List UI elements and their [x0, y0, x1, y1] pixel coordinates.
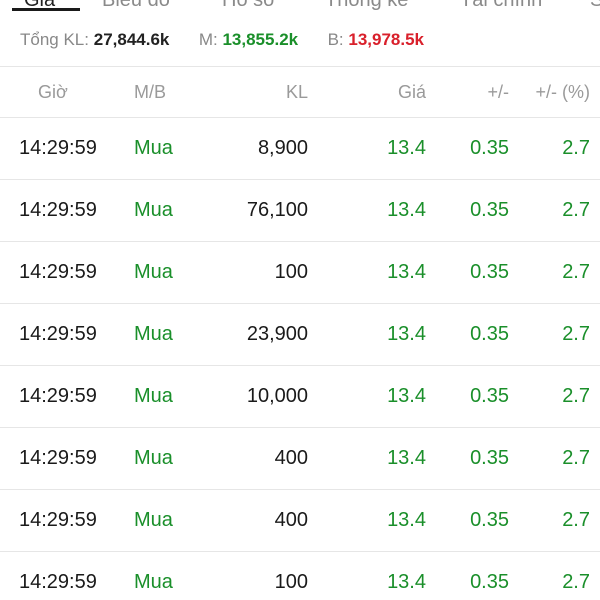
trade-change-percent: 2.7	[562, 199, 590, 221]
table-row[interactable]: 14:29:59 Mua 100 13.4 0.35 2.7	[0, 242, 600, 304]
trade-volume: 76,100	[246, 199, 308, 221]
table-row[interactable]: 14:29:59 Mua 23,900 13.4 0.35 2.7	[0, 304, 600, 366]
trade-time: 14:29:59	[19, 509, 97, 531]
trade-time: 14:29:59	[19, 571, 97, 593]
table-row[interactable]: 14:29:59 Mua 400 13.4 0.35 2.7	[0, 428, 600, 490]
trade-side: Mua	[134, 447, 173, 469]
trade-side: Mua	[134, 509, 173, 531]
buy-volume-value: 13,855.2k	[222, 30, 299, 49]
trade-volume: 100	[274, 571, 308, 593]
volume-summary: Tổng KL: 27,844.6k M: 13,855.2k B: 13,97…	[20, 28, 424, 52]
column-header-side: M/B	[134, 81, 167, 102]
trade-change: 0.35	[470, 199, 509, 221]
buy-volume-label: M:	[198, 30, 218, 49]
trade-change-percent: 2.7	[562, 385, 590, 407]
tab-chart[interactable]: Biểu đồ	[102, 0, 170, 14]
table-header: Giờ M/B KL Giá +/- +/- (%)	[0, 67, 600, 118]
trade-change: 0.35	[470, 571, 509, 593]
column-header-change: +/-	[487, 81, 509, 102]
trade-change-percent: 2.7	[562, 509, 590, 531]
tab-statistics[interactable]: Thống kê	[325, 0, 408, 14]
column-header-price: Giá	[397, 81, 426, 102]
trade-price: 13.4	[387, 447, 426, 469]
trade-change: 0.35	[470, 509, 509, 531]
trade-change-percent: 2.7	[562, 137, 590, 159]
trade-volume: 23,900	[246, 323, 308, 345]
trade-volume: 10,000	[246, 385, 308, 407]
column-header-time: Giờ	[38, 81, 68, 102]
trade-time: 14:29:59	[19, 137, 97, 159]
total-volume-value: 27,844.6k	[93, 30, 170, 49]
trade-change: 0.35	[470, 385, 509, 407]
trade-side: Mua	[134, 199, 173, 221]
trade-change: 0.35	[470, 137, 509, 159]
sell-volume-value: 13,978.5k	[348, 30, 425, 49]
trade-price: 13.4	[387, 261, 426, 283]
trade-change-percent: 2.7	[562, 261, 590, 283]
trade-volume: 400	[274, 447, 308, 469]
trade-price: 13.4	[387, 571, 426, 593]
table-row[interactable]: 14:29:59 Mua 76,100 13.4 0.35 2.7	[0, 180, 600, 242]
trade-change: 0.35	[470, 261, 509, 283]
trade-table: Giờ M/B KL Giá +/- +/- (%) 14:29:59 Mua …	[0, 67, 600, 600]
trade-volume: 8,900	[257, 137, 308, 159]
trade-change-percent: 2.7	[562, 447, 590, 469]
total-volume-label: Tổng KL:	[20, 30, 89, 49]
table-row[interactable]: 14:29:59 Mua 400 13.4 0.35 2.7	[0, 490, 600, 552]
sell-volume-label: B:	[327, 30, 344, 49]
trade-volume: 400	[274, 509, 308, 531]
trade-side: Mua	[134, 323, 173, 345]
trade-price: 13.4	[387, 385, 426, 407]
trade-time: 14:29:59	[19, 385, 97, 407]
column-header-volume: KL	[285, 81, 308, 102]
tab-bar: Giá Biểu đồ Hồ sơ Thống kê Tài chính S	[0, 0, 600, 16]
trade-price: 13.4	[387, 323, 426, 345]
trade-side: Mua	[134, 571, 173, 593]
tab-price[interactable]: Giá	[24, 0, 55, 14]
trade-change: 0.35	[470, 323, 509, 345]
trade-side: Mua	[134, 261, 173, 283]
table-row[interactable]: 14:29:59 Mua 100 13.4 0.35 2.7	[0, 552, 600, 600]
column-header-change-percent: +/- (%)	[535, 81, 590, 102]
trade-time: 14:29:59	[19, 447, 97, 469]
trade-price: 13.4	[387, 137, 426, 159]
active-tab-indicator	[12, 8, 80, 11]
trade-side: Mua	[134, 385, 173, 407]
trade-change: 0.35	[470, 447, 509, 469]
tab-finance[interactable]: Tài chính	[460, 0, 542, 14]
tab-more[interactable]: S	[590, 0, 600, 14]
trade-change-percent: 2.7	[562, 571, 590, 593]
table-row[interactable]: 14:29:59 Mua 8,900 13.4 0.35 2.7	[0, 118, 600, 180]
table-row[interactable]: 14:29:59 Mua 10,000 13.4 0.35 2.7	[0, 366, 600, 428]
trade-history-screen: Giá Biểu đồ Hồ sơ Thống kê Tài chính S T…	[0, 0, 600, 600]
trade-side: Mua	[134, 137, 173, 159]
trade-volume: 100	[274, 261, 308, 283]
trade-time: 14:29:59	[19, 261, 97, 283]
trade-price: 13.4	[387, 509, 426, 531]
tab-profile[interactable]: Hồ sơ	[222, 0, 276, 14]
trade-price: 13.4	[387, 199, 426, 221]
trade-time: 14:29:59	[19, 199, 97, 221]
trade-time: 14:29:59	[19, 323, 97, 345]
trade-change-percent: 2.7	[562, 323, 590, 345]
